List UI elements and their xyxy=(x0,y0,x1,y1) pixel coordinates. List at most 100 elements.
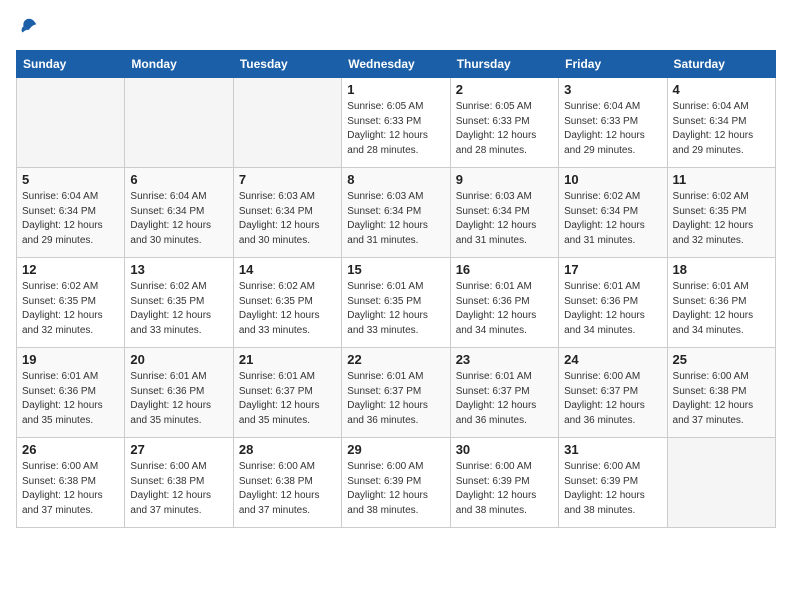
calendar-cell: 22 Sunrise: 6:01 AM Sunset: 6:37 PM Dayli… xyxy=(342,348,450,438)
weekday-saturday: Saturday xyxy=(667,51,775,78)
weekday-sunday: Sunday xyxy=(17,51,125,78)
day-info: Sunrise: 6:02 AM Sunset: 6:35 PM Dayligh… xyxy=(239,280,336,338)
calendar-body: 1 Sunrise: 6:05 AM Sunset: 6:33 PM Daylig… xyxy=(17,78,776,528)
calendar-cell: 17 Sunrise: 6:01 AM Sunset: 6:36 PM Dayli… xyxy=(559,258,667,348)
day-number: 10 xyxy=(564,172,661,187)
day-info: Sunrise: 6:01 AM Sunset: 6:37 PM Dayligh… xyxy=(456,370,553,428)
day-number: 1 xyxy=(347,82,444,97)
calendar-cell xyxy=(125,78,233,168)
day-number: 23 xyxy=(456,352,553,367)
day-info: Sunrise: 6:00 AM Sunset: 6:38 PM Dayligh… xyxy=(22,460,119,518)
day-info: Sunrise: 6:01 AM Sunset: 6:37 PM Dayligh… xyxy=(347,370,444,428)
day-info: Sunrise: 6:01 AM Sunset: 6:36 PM Dayligh… xyxy=(130,370,227,428)
calendar-week-1: 5 Sunrise: 6:04 AM Sunset: 6:34 PM Daylig… xyxy=(17,168,776,258)
day-info: Sunrise: 6:01 AM Sunset: 6:35 PM Dayligh… xyxy=(347,280,444,338)
day-info: Sunrise: 6:00 AM Sunset: 6:39 PM Dayligh… xyxy=(456,460,553,518)
calendar-cell: 29Sunrise: 6:00 AM Sunset: 6:39 PM Dayli… xyxy=(342,438,450,528)
day-number: 25 xyxy=(673,352,770,367)
calendar-cell: 27Sunrise: 6:00 AM Sunset: 6:38 PM Dayli… xyxy=(125,438,233,528)
calendar-table: SundayMondayTuesdayWednesdayThursdayFrid… xyxy=(16,50,776,528)
day-number: 12 xyxy=(22,262,119,277)
day-number: 22 xyxy=(347,352,444,367)
day-number: 7 xyxy=(239,172,336,187)
day-number: 20 xyxy=(130,352,227,367)
calendar-cell: 28Sunrise: 6:00 AM Sunset: 6:38 PM Dayli… xyxy=(233,438,341,528)
weekday-header-row: SundayMondayTuesdayWednesdayThursdayFrid… xyxy=(17,51,776,78)
day-number: 8 xyxy=(347,172,444,187)
weekday-tuesday: Tuesday xyxy=(233,51,341,78)
weekday-wednesday: Wednesday xyxy=(342,51,450,78)
calendar-week-2: 12 Sunrise: 6:02 AM Sunset: 6:35 PM Dayli… xyxy=(17,258,776,348)
day-number: 30 xyxy=(456,442,553,457)
calendar-week-3: 19 Sunrise: 6:01 AM Sunset: 6:36 PM Dayli… xyxy=(17,348,776,438)
calendar-week-0: 1 Sunrise: 6:05 AM Sunset: 6:33 PM Daylig… xyxy=(17,78,776,168)
calendar-cell: 15 Sunrise: 6:01 AM Sunset: 6:35 PM Dayli… xyxy=(342,258,450,348)
weekday-monday: Monday xyxy=(125,51,233,78)
calendar-week-4: 26Sunrise: 6:00 AM Sunset: 6:38 PM Dayli… xyxy=(17,438,776,528)
logo-bird-icon xyxy=(18,16,40,38)
day-number: 6 xyxy=(130,172,227,187)
day-number: 9 xyxy=(456,172,553,187)
day-info: Sunrise: 6:05 AM Sunset: 6:33 PM Dayligh… xyxy=(347,100,444,158)
calendar-cell: 10 Sunrise: 6:02 AM Sunset: 6:34 PM Dayli… xyxy=(559,168,667,258)
calendar-cell: 8 Sunrise: 6:03 AM Sunset: 6:34 PM Daylig… xyxy=(342,168,450,258)
day-info: Sunrise: 6:02 AM Sunset: 6:35 PM Dayligh… xyxy=(130,280,227,338)
day-info: Sunrise: 6:04 AM Sunset: 6:34 PM Dayligh… xyxy=(22,190,119,248)
day-info: Sunrise: 6:03 AM Sunset: 6:34 PM Dayligh… xyxy=(239,190,336,248)
day-info: Sunrise: 6:01 AM Sunset: 6:36 PM Dayligh… xyxy=(564,280,661,338)
calendar-cell: 1 Sunrise: 6:05 AM Sunset: 6:33 PM Daylig… xyxy=(342,78,450,168)
calendar-cell: 19 Sunrise: 6:01 AM Sunset: 6:36 PM Dayli… xyxy=(17,348,125,438)
day-number: 18 xyxy=(673,262,770,277)
calendar-cell: 18Sunrise: 6:01 AM Sunset: 6:36 PM Dayli… xyxy=(667,258,775,348)
calendar-cell xyxy=(667,438,775,528)
day-info: Sunrise: 6:02 AM Sunset: 6:34 PM Dayligh… xyxy=(564,190,661,248)
calendar-cell: 5 Sunrise: 6:04 AM Sunset: 6:34 PM Daylig… xyxy=(17,168,125,258)
day-number: 28 xyxy=(239,442,336,457)
calendar-header: SundayMondayTuesdayWednesdayThursdayFrid… xyxy=(17,51,776,78)
calendar-cell: 9 Sunrise: 6:03 AM Sunset: 6:34 PM Daylig… xyxy=(450,168,558,258)
day-number: 21 xyxy=(239,352,336,367)
day-info: Sunrise: 6:04 AM Sunset: 6:34 PM Dayligh… xyxy=(673,100,770,158)
day-info: Sunrise: 6:00 AM Sunset: 6:37 PM Dayligh… xyxy=(564,370,661,428)
calendar-cell: 4Sunrise: 6:04 AM Sunset: 6:34 PM Daylig… xyxy=(667,78,775,168)
day-number: 19 xyxy=(22,352,119,367)
calendar-cell: 2 Sunrise: 6:05 AM Sunset: 6:33 PM Daylig… xyxy=(450,78,558,168)
day-info: Sunrise: 6:03 AM Sunset: 6:34 PM Dayligh… xyxy=(347,190,444,248)
day-number: 24 xyxy=(564,352,661,367)
day-info: Sunrise: 6:05 AM Sunset: 6:33 PM Dayligh… xyxy=(456,100,553,158)
day-number: 11 xyxy=(673,172,770,187)
calendar-cell: 12Sunrise: 6:02 AM Sunset: 6:35 PM Dayli… xyxy=(17,258,125,348)
day-number: 31 xyxy=(564,442,661,457)
calendar-cell: 23 Sunrise: 6:01 AM Sunset: 6:37 PM Dayli… xyxy=(450,348,558,438)
day-info: Sunrise: 6:00 AM Sunset: 6:38 PM Dayligh… xyxy=(673,370,770,428)
calendar-cell: 14 Sunrise: 6:02 AM Sunset: 6:35 PM Dayli… xyxy=(233,258,341,348)
day-info: Sunrise: 6:02 AM Sunset: 6:35 PM Dayligh… xyxy=(673,190,770,248)
day-info: Sunrise: 6:01 AM Sunset: 6:37 PM Dayligh… xyxy=(239,370,336,428)
calendar-cell: 25 Sunrise: 6:00 AM Sunset: 6:38 PM Dayli… xyxy=(667,348,775,438)
calendar-cell xyxy=(17,78,125,168)
calendar-cell: 24 Sunrise: 6:00 AM Sunset: 6:37 PM Dayli… xyxy=(559,348,667,438)
calendar-cell: 31 Sunrise: 6:00 AM Sunset: 6:39 PM Dayli… xyxy=(559,438,667,528)
header xyxy=(16,16,776,38)
weekday-friday: Friday xyxy=(559,51,667,78)
day-number: 3 xyxy=(564,82,661,97)
day-info: Sunrise: 6:03 AM Sunset: 6:34 PM Dayligh… xyxy=(456,190,553,248)
day-number: 15 xyxy=(347,262,444,277)
calendar-cell: 3Sunrise: 6:04 AM Sunset: 6:33 PM Daylig… xyxy=(559,78,667,168)
calendar-cell: 16Sunrise: 6:01 AM Sunset: 6:36 PM Dayli… xyxy=(450,258,558,348)
calendar-cell xyxy=(233,78,341,168)
weekday-thursday: Thursday xyxy=(450,51,558,78)
calendar-cell: 21 Sunrise: 6:01 AM Sunset: 6:37 PM Dayli… xyxy=(233,348,341,438)
calendar-cell: 13Sunrise: 6:02 AM Sunset: 6:35 PM Dayli… xyxy=(125,258,233,348)
day-number: 29 xyxy=(347,442,444,457)
day-number: 16 xyxy=(456,262,553,277)
day-number: 5 xyxy=(22,172,119,187)
day-info: Sunrise: 6:01 AM Sunset: 6:36 PM Dayligh… xyxy=(22,370,119,428)
day-number: 17 xyxy=(564,262,661,277)
day-info: Sunrise: 6:00 AM Sunset: 6:39 PM Dayligh… xyxy=(564,460,661,518)
calendar-cell: 26Sunrise: 6:00 AM Sunset: 6:38 PM Dayli… xyxy=(17,438,125,528)
day-number: 14 xyxy=(239,262,336,277)
calendar-cell: 6 Sunrise: 6:04 AM Sunset: 6:34 PM Daylig… xyxy=(125,168,233,258)
day-info: Sunrise: 6:04 AM Sunset: 6:34 PM Dayligh… xyxy=(130,190,227,248)
day-number: 2 xyxy=(456,82,553,97)
